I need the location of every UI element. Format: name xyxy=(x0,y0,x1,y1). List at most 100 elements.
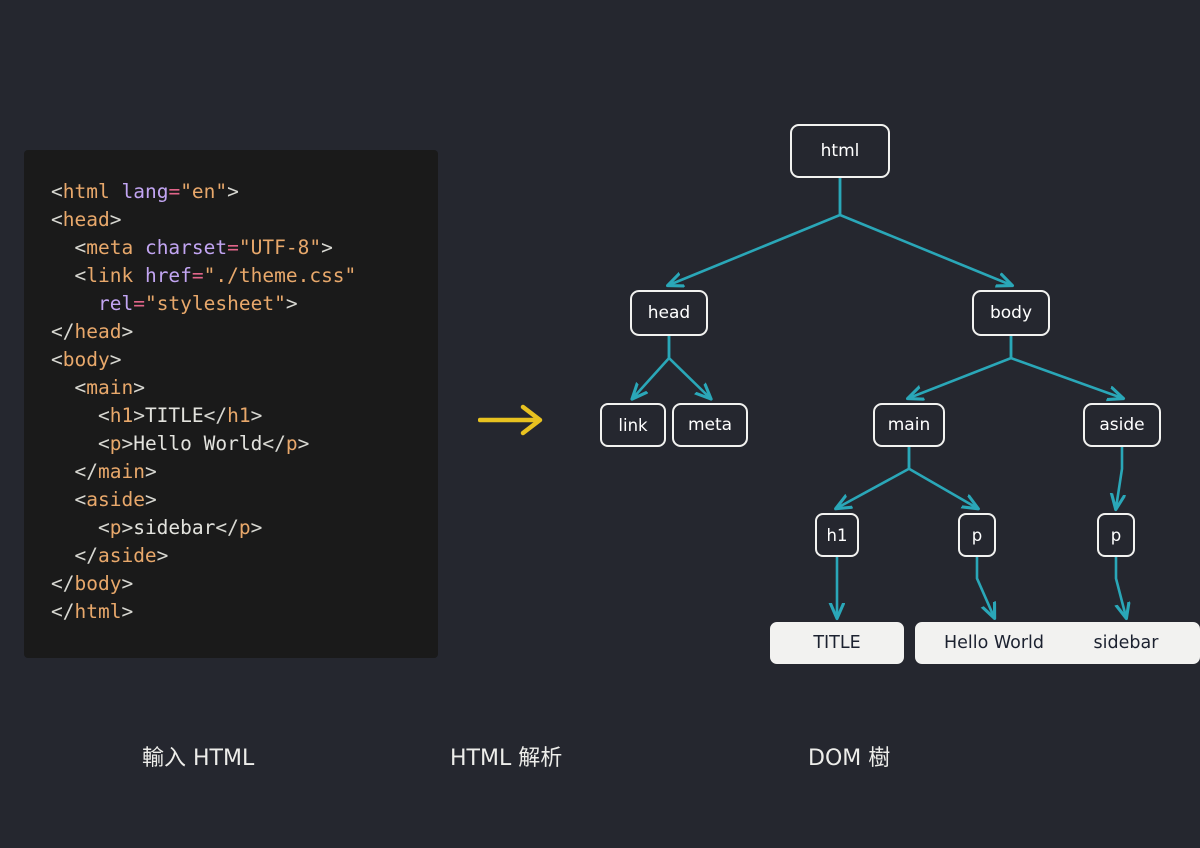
code-token-punc: > xyxy=(109,348,122,371)
tree-node-label: sidebar xyxy=(1093,633,1159,653)
code-token-punc: </ xyxy=(51,572,75,595)
tree-node-meta: meta xyxy=(672,403,748,447)
code-line: <main> xyxy=(51,374,438,402)
code-token-tag: aside xyxy=(97,544,157,567)
code-line: </main> xyxy=(51,458,438,486)
code-line: <h1>TITLE</h1> xyxy=(51,402,438,430)
code-line: </aside> xyxy=(51,542,438,570)
tree-node-head: head xyxy=(630,290,708,336)
tree-edge-html-to-head xyxy=(669,178,842,285)
code-token-punc xyxy=(51,292,98,315)
code-token-tag: meta xyxy=(86,236,134,259)
code-token-eq: = xyxy=(133,292,145,315)
code-line: <p>Hello World</p> xyxy=(51,430,438,458)
code-token-punc: > xyxy=(144,488,157,511)
code-token-punc: > xyxy=(250,404,263,427)
tree-edge-head-to-link xyxy=(633,336,671,398)
code-token-punc: </ xyxy=(51,544,98,567)
code-token-text: TITLE xyxy=(144,404,204,427)
caption-dom-tree: DOM 樹 xyxy=(808,746,891,771)
tree-node-label: body xyxy=(989,303,1033,323)
tree-edge-main-to-p-main xyxy=(907,447,977,508)
code-token-tag: p xyxy=(238,516,251,539)
code-token-tag: head xyxy=(62,208,110,231)
tree-node-label: Hello World xyxy=(943,633,1045,653)
code-token-eq: = xyxy=(227,236,239,259)
tree-edge-p-aside-to-side-text xyxy=(1116,557,1126,617)
tree-node-label: p xyxy=(971,525,983,545)
code-token-tag: p xyxy=(109,432,122,455)
tree-node-p-aside: p xyxy=(1097,513,1135,557)
code-token-attr: rel xyxy=(97,292,134,315)
code-token-punc: </ xyxy=(51,600,75,623)
code-token-tag: p xyxy=(109,516,122,539)
code-token-tag: p xyxy=(285,432,298,455)
code-token-punc: > xyxy=(121,432,134,455)
code-token-punc: > xyxy=(121,572,134,595)
code-line: rel="stylesheet"> xyxy=(51,290,438,318)
code-token-punc: > xyxy=(321,236,333,259)
tree-node-body: body xyxy=(972,290,1050,336)
tree-edges xyxy=(560,178,1200,690)
parse-arrow xyxy=(477,400,548,440)
code-token-punc: </ xyxy=(51,320,75,343)
tree-node-h1: h1 xyxy=(815,513,859,557)
code-token-punc: < xyxy=(51,264,87,287)
code-token-punc xyxy=(133,264,145,287)
code-token-punc: < xyxy=(51,180,63,203)
code-token-punc: > xyxy=(227,180,239,203)
code-token-punc: > xyxy=(133,376,145,399)
tree-edge-body-to-main xyxy=(909,336,1013,398)
code-token-punc: < xyxy=(51,404,110,427)
code-token-punc: < xyxy=(51,488,87,511)
code-token-punc: > xyxy=(109,208,122,231)
code-line: <head> xyxy=(51,206,438,234)
code-token-text: sidebar xyxy=(133,516,216,539)
code-line: <link href="./theme.css" xyxy=(51,262,438,290)
code-line: </html> xyxy=(51,598,438,626)
code-token-punc: > xyxy=(144,460,157,483)
code-token-tag: html xyxy=(62,180,110,203)
tree-node-label: TITLE xyxy=(813,633,861,653)
code-token-tag: head xyxy=(74,320,122,343)
tree-node-side-text: sidebar xyxy=(1052,622,1200,664)
code-token-tag: aside xyxy=(86,488,145,511)
caption-html-parse: HTML 解析 xyxy=(450,746,563,771)
tree-edge-html-to-body xyxy=(838,178,1011,285)
code-token-punc: < xyxy=(51,208,63,231)
code-token-tag: main xyxy=(97,460,145,483)
dom-tree: html head body link meta main aside h1 p p TITLE He… xyxy=(560,100,1200,690)
code-token-str: "./theme.css" xyxy=(203,264,357,287)
code-token-punc: </ xyxy=(262,432,286,455)
tree-edge-body-to-aside xyxy=(1009,336,1122,398)
tree-node-title-text: TITLE xyxy=(770,622,904,664)
tree-node-label: p xyxy=(1110,525,1122,545)
code-token-punc: > xyxy=(250,516,263,539)
tree-edge-head-to-meta xyxy=(667,336,710,398)
html-source-code-panel: <html lang="en"> <head> <meta charset="UT… xyxy=(24,150,438,658)
tree-edge-main-to-h1 xyxy=(837,447,911,508)
diagram-canvas: <html lang="en"> <head> <meta charset="UT… xyxy=(0,0,1200,848)
code-token-punc: < xyxy=(51,432,110,455)
tree-node-html: html xyxy=(790,124,890,178)
code-token-punc: </ xyxy=(203,404,228,427)
code-token-punc: > xyxy=(297,432,310,455)
code-token-str: "UTF-8" xyxy=(238,236,322,259)
tree-node-link: link xyxy=(600,403,666,447)
code-token-punc: < xyxy=(51,516,110,539)
code-token-str: "stylesheet" xyxy=(144,292,286,315)
tree-node-label: h1 xyxy=(826,525,848,545)
tree-node-label: main xyxy=(887,415,931,435)
tree-edge-p-main-to-hello-text xyxy=(975,557,994,617)
code-token-punc: > xyxy=(121,516,134,539)
code-line: <meta charset="UTF-8"> xyxy=(51,234,438,262)
code-token-punc: > xyxy=(133,404,145,427)
code-line: <body> xyxy=(51,346,438,374)
code-token-eq: = xyxy=(168,180,181,203)
tree-node-hello-text: Hello World xyxy=(915,622,1073,664)
code-token-tag: body xyxy=(62,348,110,371)
code-token-punc: </ xyxy=(215,516,239,539)
code-token-tag: html xyxy=(74,600,122,623)
code-token-eq: = xyxy=(191,264,204,287)
code-token-tag: link xyxy=(86,264,134,287)
